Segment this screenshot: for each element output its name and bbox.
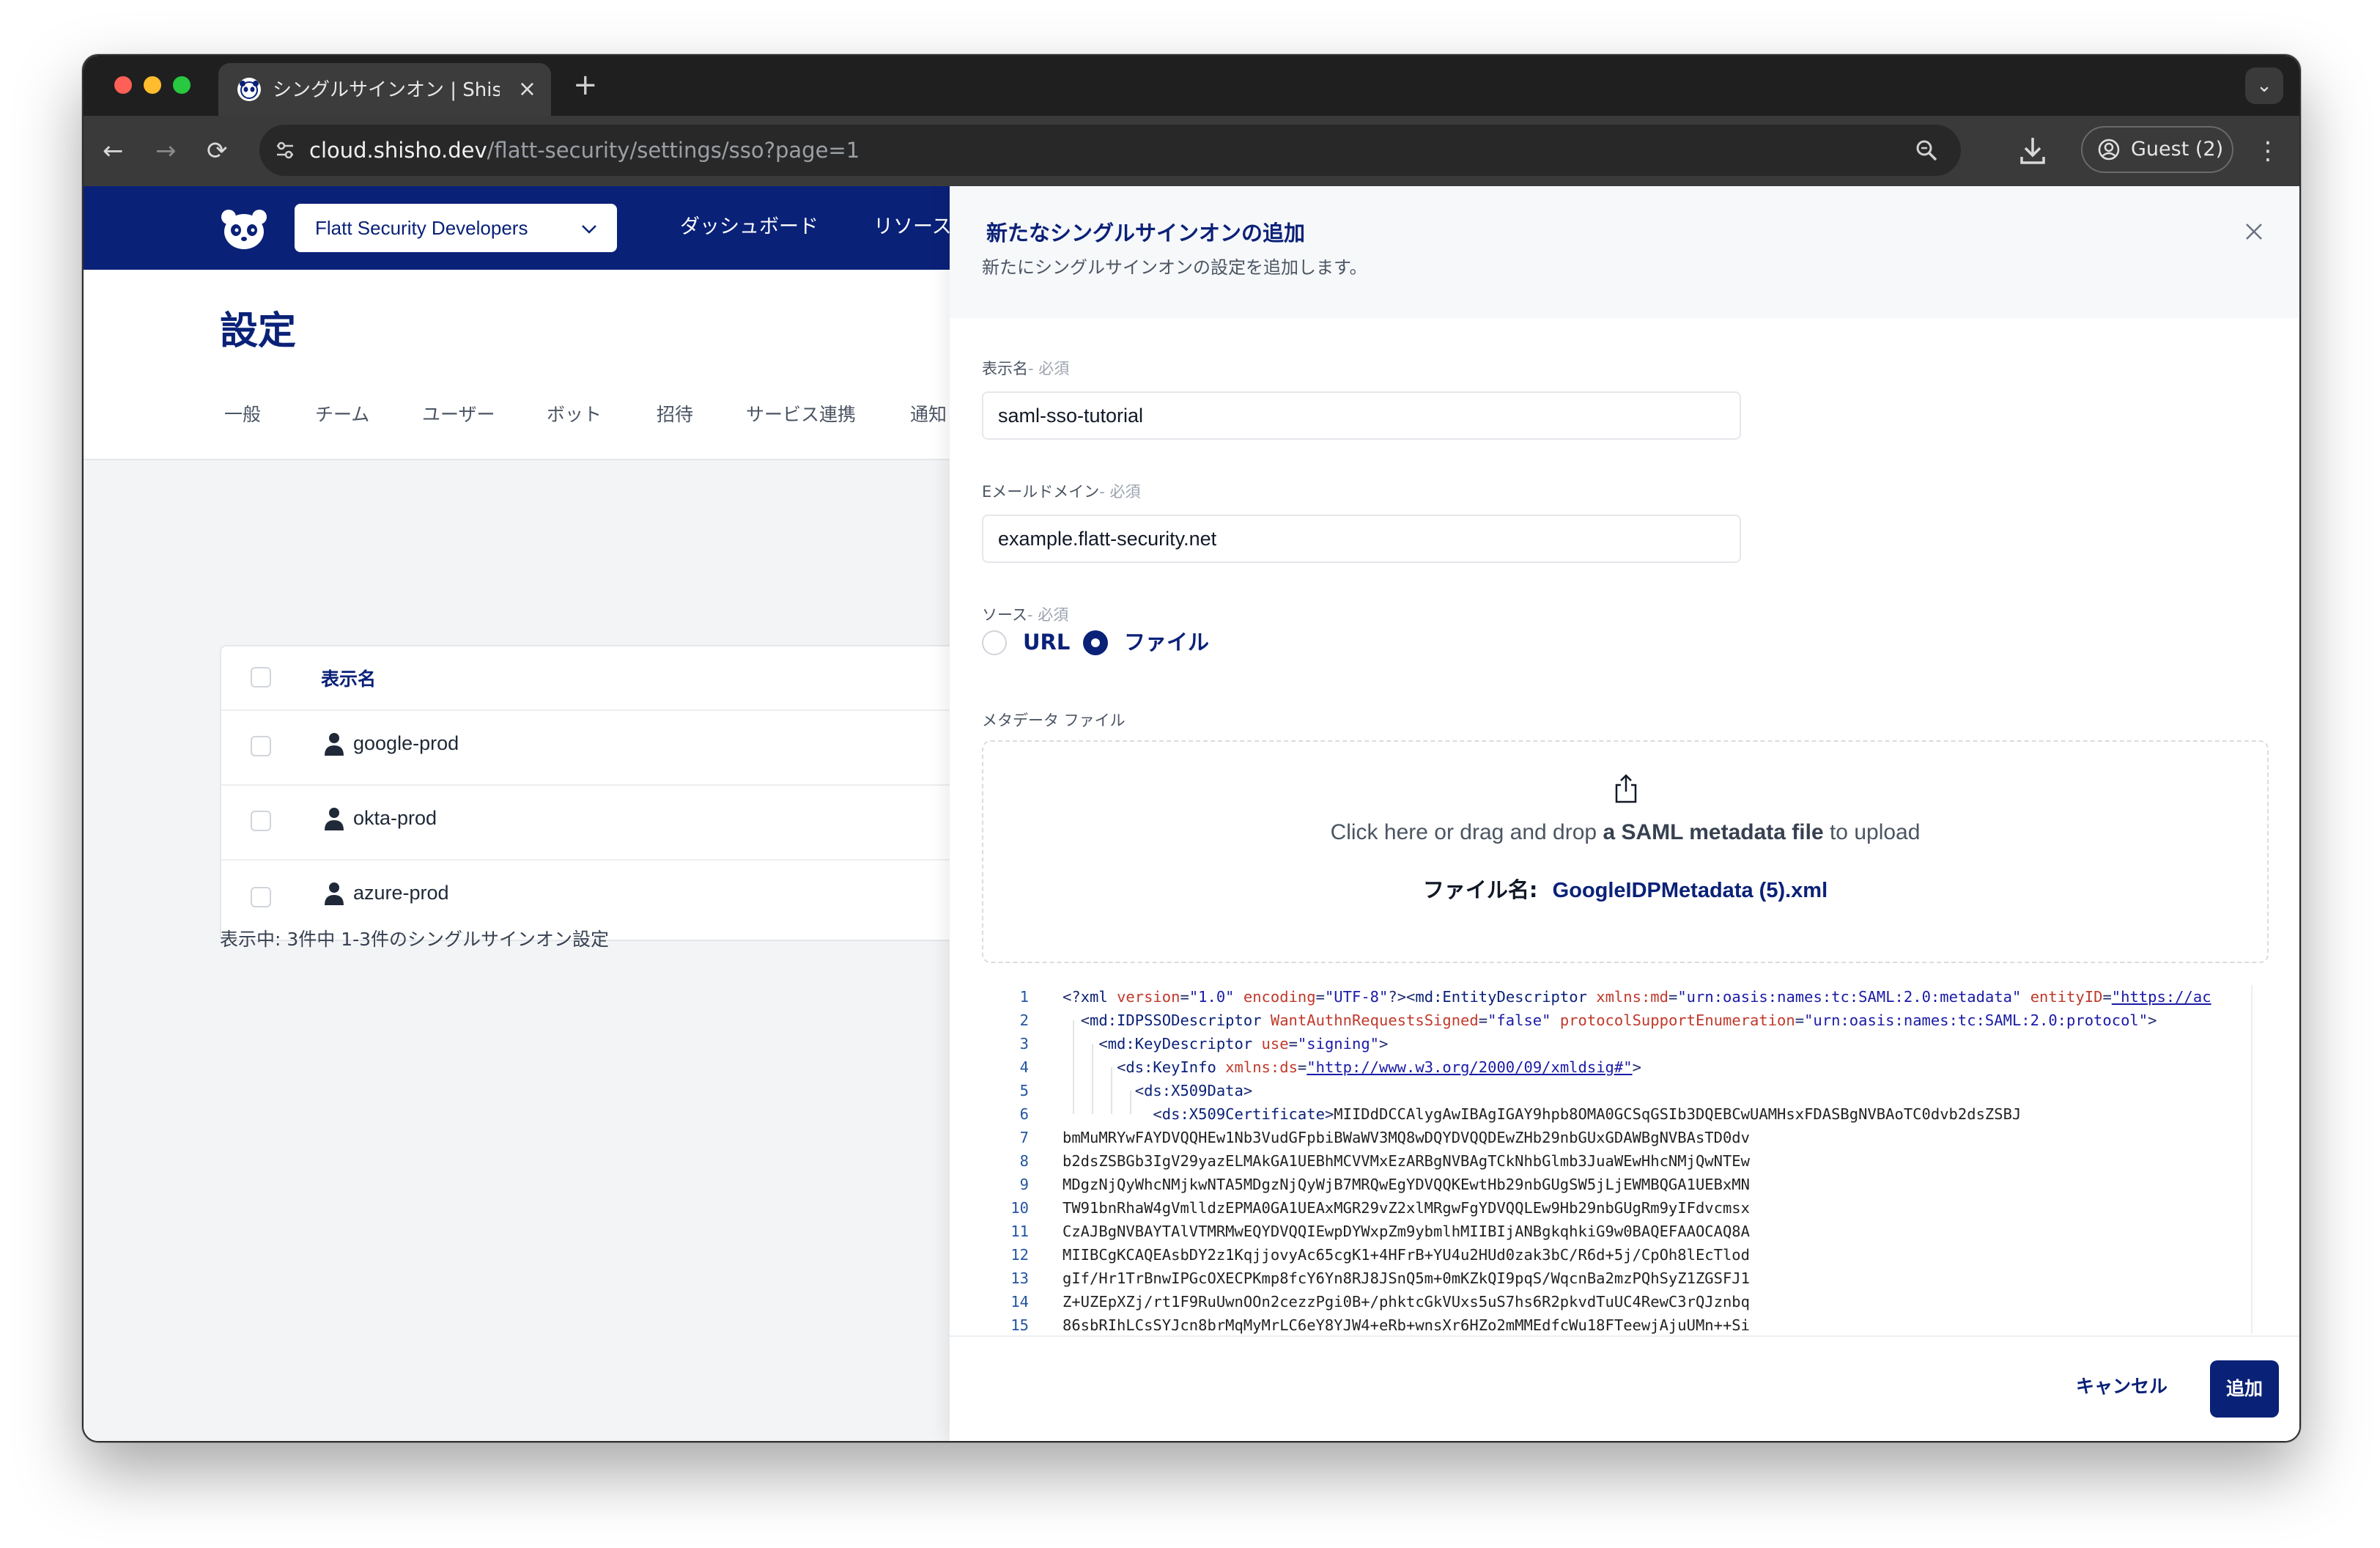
nav-resources[interactable]: リソース	[873, 213, 952, 242]
zoom-magnifier-icon[interactable]	[1914, 138, 1939, 163]
code-line: 6 <ds:X509Certificate>MIIDdDCCAlygAwIBAg…	[1019, 1105, 2022, 1123]
close-tab-icon[interactable]: ×	[518, 75, 536, 104]
source-file-label[interactable]: ファイル	[1124, 627, 1209, 657]
profile-label: Guest (2)	[2131, 138, 2224, 161]
organization-name: Flatt Security Developers	[315, 217, 528, 239]
new-tab-icon[interactable]: +	[573, 69, 598, 101]
reload-icon[interactable]: ⟳	[207, 133, 228, 169]
address-bar[interactable]: cloud.shisho.dev/flatt-security/settings…	[259, 125, 1961, 176]
code-line: 13 gIf/Hr1TrBnwIPGcOXECPKmp8fcY6Yn8RJ8JSn…	[1010, 1269, 1750, 1287]
code-line: 11 CzAJBgNVBAYTAlVTMRMwEQYDVQQIEwpDYWxpZm…	[1010, 1223, 1750, 1240]
tab-bots[interactable]: ボット	[547, 402, 602, 428]
download-icon[interactable]	[2018, 135, 2047, 167]
code-line: 2 <md:IDPSSODescriptor WantAuthnRequests…	[1019, 1011, 2157, 1029]
browser-menu-icon[interactable]: ⋮	[2255, 133, 2280, 169]
code-line: 12 MIIBCgKCAQEAsbDY2z1KqjjovyAc65cgK1+4HF…	[1010, 1246, 1750, 1264]
code-line: 8 b2dsZSBGb3IgV29yazELMAkGA1UEBhMCVVMxEzA…	[1019, 1152, 1750, 1170]
close-icon[interactable]	[2241, 218, 2267, 245]
drawer-subtitle: 新たにシングルサインオンの設定を追加します。	[982, 257, 1367, 278]
file-dropzone[interactable]: Click here or drag and drop a SAML metad…	[982, 740, 2269, 963]
profile-button[interactable]: Guest (2)	[2081, 126, 2233, 173]
page-title: 設定	[220, 309, 297, 353]
close-window-button[interactable]	[114, 76, 132, 94]
cancel-button[interactable]: キャンセル	[2076, 1374, 2168, 1400]
code-line: 5 <ds:X509Data>	[1019, 1082, 1253, 1099]
browser-tab[interactable]: シングルサインオン | Shisho Cl ×	[218, 63, 551, 116]
email-domain-label: Eメールドメイン- 必須	[982, 483, 1141, 501]
url-text[interactable]: cloud.shisho.dev/flatt-security/settings…	[309, 136, 860, 164]
tab-integrations[interactable]: サービス連携	[746, 402, 856, 428]
metadata-code-preview[interactable]: 1 <?xml version="1.0" encoding="UTF-8"?><…	[982, 985, 2269, 1334]
add-sso-drawer: 新たなシングルサインオンの追加 新たにシングルサインオンの設定を追加します。 表…	[950, 186, 2299, 1441]
user-icon	[325, 733, 344, 756]
code-line: 1 <?xml version="1.0" encoding="UTF-8"?><…	[1019, 988, 2211, 1006]
drawer-title: 新たなシングルサインオンの追加	[986, 221, 1306, 246]
tab-invitations[interactable]: 招待	[657, 402, 693, 428]
code-line: 9 MDgzNjQyWhcNMjkwNTA5MDgzNjQyWjB7MRQwEgY…	[1019, 1176, 1750, 1193]
tab-search-chevron-icon[interactable]: ⌄	[2245, 67, 2283, 104]
row-checkbox[interactable]	[251, 887, 271, 907]
code-line: 3 <md:KeyDescriptor use="signing">	[1019, 1035, 1389, 1053]
select-all-checkbox[interactable]	[251, 667, 271, 688]
shisho-panda-logo-icon[interactable]	[220, 208, 268, 251]
tab-users[interactable]: ユーザー	[422, 402, 495, 428]
user-icon	[325, 808, 344, 830]
code-line: 15 86sbRIhLCsSYJcn8brMqMyMrLC6eY8YJW4+eRb…	[1010, 1316, 1750, 1334]
tab-title: シングルサインオン | Shisho Cl	[273, 79, 500, 101]
row-checkbox[interactable]	[251, 736, 271, 756]
selected-file: ファイル名: GoogleIDPMetadata (5).xml	[1422, 877, 1828, 902]
code-scrollbar[interactable]	[2251, 985, 2269, 1334]
row-display-name[interactable]: google-prod	[353, 730, 459, 756]
browser-window: シングルサインオン | Shisho Cl × + ⌄ ← → ⟳ cloud.…	[82, 54, 2301, 1442]
tab-strip: シングルサインオン | Shisho Cl × + ⌄	[84, 56, 2299, 116]
page-content: Flatt Security Developers ダッシュボード リソース 設…	[84, 186, 2299, 1441]
user-icon	[325, 882, 344, 905]
panda-favicon-icon	[237, 78, 261, 101]
site-settings-icon[interactable]	[274, 139, 296, 161]
source-label: ソース- 必須	[982, 606, 1069, 624]
source-url-label[interactable]: URL	[1023, 627, 1070, 657]
minimize-window-button[interactable]	[144, 76, 161, 94]
row-display-name[interactable]: azure-prod	[353, 880, 449, 906]
code-line: 14 Z+UZEpXZj/rt1F9RuUwnOOn2cezzPgi0B+/phk…	[1010, 1293, 1750, 1311]
row-checkbox[interactable]	[251, 811, 271, 831]
add-button[interactable]: 追加	[2210, 1360, 2279, 1418]
forward-arrow-icon[interactable]: →	[155, 133, 177, 169]
drawer-header: 新たなシングルサインオンの追加 新たにシングルサインオンの設定を追加します。	[950, 186, 2299, 318]
pagination-summary: 表示中: 3件中 1-3件のシングルサインオン設定	[220, 929, 610, 950]
display-name-label: 表示名- 必須	[982, 360, 1070, 377]
tab-general[interactable]: 一般	[224, 402, 261, 428]
code-line: 7 bmMuMRYwFAYDVQQHEw1Nb3VudGFpbiBWaWV3MQ8…	[1019, 1129, 1750, 1146]
upload-share-icon	[1615, 774, 1637, 803]
code-line: 10 TW91bnRhaW4gVmlldzEPMA0GA1UEAxMGR29vZ2…	[1010, 1199, 1750, 1217]
source-file-radio[interactable]	[1083, 630, 1108, 655]
code-line: 4 <ds:KeyInfo xmlns:ds="http://www.w3.or…	[1019, 1058, 1641, 1076]
column-header-display-name[interactable]: 表示名	[321, 667, 376, 692]
profile-avatar-icon	[2098, 139, 2120, 161]
tab-teams[interactable]: チーム	[315, 402, 369, 428]
dropzone-instructions: Click here or drag and drop a SAML metad…	[1330, 820, 1921, 844]
zoom-window-button[interactable]	[173, 76, 191, 94]
nav-dashboard[interactable]: ダッシュボード	[680, 213, 818, 242]
browser-toolbar: ← → ⟳ cloud.shisho.dev/flatt-security/se…	[84, 116, 2299, 186]
back-arrow-icon[interactable]: ←	[103, 133, 124, 169]
drawer-footer: キャンセル 追加	[950, 1335, 2299, 1441]
row-display-name[interactable]: okta-prod	[353, 805, 437, 831]
display-name-field[interactable]	[982, 391, 1741, 440]
source-url-radio[interactable]	[982, 630, 1007, 655]
email-domain-field[interactable]	[982, 515, 1741, 563]
organization-selector[interactable]: Flatt Security Developers	[295, 204, 617, 252]
metadata-file-label: メタデータ ファイル	[982, 712, 1126, 729]
tab-notifications[interactable]: 通知	[910, 402, 947, 428]
chevron-down-icon	[582, 225, 596, 234]
